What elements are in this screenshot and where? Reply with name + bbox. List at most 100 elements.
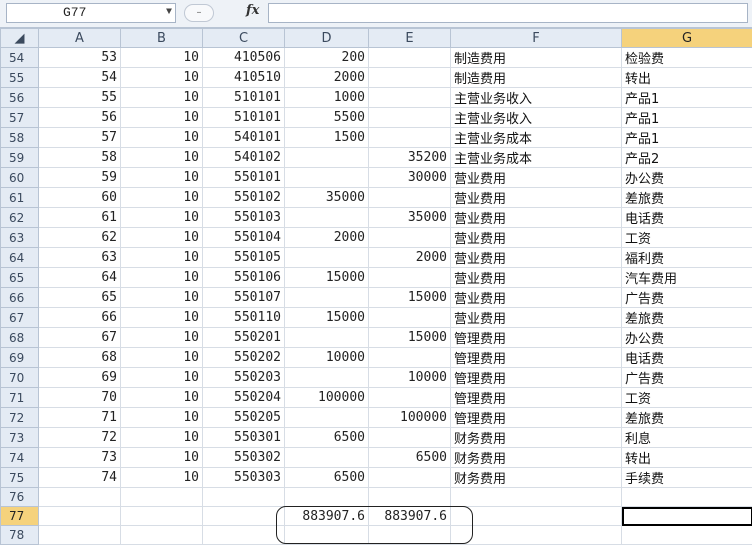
cell-f[interactable]: 主营业务成本	[450, 147, 622, 168]
cell-d[interactable]: 1000	[284, 87, 369, 108]
row-header[interactable]: 57	[0, 107, 39, 128]
cell-c[interactable]: 550105	[202, 247, 285, 268]
cell-b[interactable]: 10	[120, 327, 203, 348]
column-header-f[interactable]: F	[450, 28, 622, 48]
row-header[interactable]: 72	[0, 407, 39, 428]
cell-f[interactable]: 营业费用	[450, 247, 622, 268]
column-header-d[interactable]: D	[284, 28, 369, 48]
cell-e[interactable]	[368, 267, 451, 288]
cell-d[interactable]	[284, 247, 369, 268]
select-all-corner[interactable]: ◢	[0, 28, 39, 48]
cell-a[interactable]: 64	[38, 267, 121, 288]
cell-c[interactable]: 540101	[202, 127, 285, 148]
cell-g[interactable]	[621, 487, 752, 507]
cell-b[interactable]	[120, 487, 203, 507]
cell-e[interactable]: 30000	[368, 167, 451, 188]
cell-b[interactable]: 10	[120, 227, 203, 248]
cell-c[interactable]	[202, 506, 285, 526]
cell-b[interactable]: 10	[120, 207, 203, 228]
column-header-e[interactable]: E	[368, 28, 451, 48]
cell-d[interactable]: 883907.6	[284, 506, 369, 526]
cell-f[interactable]: 管理费用	[450, 367, 622, 388]
cell-c[interactable]: 550107	[202, 287, 285, 308]
cell-f[interactable]: 主营业务收入	[450, 107, 622, 128]
cell-g[interactable]: 办公费	[621, 327, 752, 348]
cell-e[interactable]: 35000	[368, 207, 451, 228]
cell-e[interactable]	[368, 347, 451, 368]
row-header[interactable]: 76	[0, 487, 39, 507]
cell-b[interactable]: 10	[120, 347, 203, 368]
cell-c[interactable]	[202, 487, 285, 507]
row-header[interactable]: 77	[0, 506, 39, 526]
row-header[interactable]: 66	[0, 287, 39, 308]
cell-g[interactable]: 手续费	[621, 467, 752, 488]
cell-e[interactable]	[368, 467, 451, 488]
cell-b[interactable]: 10	[120, 107, 203, 128]
cell-e[interactable]: 35200	[368, 147, 451, 168]
cell-d[interactable]	[284, 487, 369, 507]
row-header[interactable]: 58	[0, 127, 39, 148]
cell-a[interactable]: 74	[38, 467, 121, 488]
cell-g[interactable]: 汽车费用	[621, 267, 752, 288]
cell-b[interactable]	[120, 525, 203, 545]
cell-g[interactable]: 转出	[621, 447, 752, 468]
cell-e[interactable]	[368, 307, 451, 328]
cell-b[interactable]: 10	[120, 387, 203, 408]
cell-f[interactable]: 主营业务收入	[450, 87, 622, 108]
row-header[interactable]: 65	[0, 267, 39, 288]
cell-c[interactable]: 550303	[202, 467, 285, 488]
cell-e[interactable]: 15000	[368, 327, 451, 348]
column-header-g[interactable]: G	[621, 28, 752, 48]
cell-c[interactable]: 550201	[202, 327, 285, 348]
cell-f[interactable]	[450, 506, 622, 526]
row-header[interactable]: 55	[0, 67, 39, 88]
cell-d[interactable]	[284, 367, 369, 388]
cell-d[interactable]: 5500	[284, 107, 369, 128]
cell-g[interactable]: 差旅费	[621, 407, 752, 428]
cell-g[interactable]: 广告费	[621, 367, 752, 388]
cell-e[interactable]: 883907.6	[368, 506, 451, 526]
cell-c[interactable]	[202, 525, 285, 545]
cell-f[interactable]: 营业费用	[450, 227, 622, 248]
cell-f[interactable]: 财务费用	[450, 427, 622, 448]
cell-f[interactable]: 营业费用	[450, 167, 622, 188]
cell-d[interactable]: 6500	[284, 467, 369, 488]
row-header[interactable]: 70	[0, 367, 39, 388]
cell-b[interactable]: 10	[120, 467, 203, 488]
cell-f[interactable]: 管理费用	[450, 347, 622, 368]
cell-d[interactable]	[284, 407, 369, 428]
cell-c[interactable]: 550102	[202, 187, 285, 208]
cell-a[interactable]: 70	[38, 387, 121, 408]
cell-a[interactable]: 72	[38, 427, 121, 448]
cell-g[interactable]: 利息	[621, 427, 752, 448]
cell-g[interactable]: 转出	[621, 67, 752, 88]
cell-d[interactable]: 15000	[284, 307, 369, 328]
cell-a[interactable]: 56	[38, 107, 121, 128]
cell-a[interactable]	[38, 487, 121, 507]
cell-d[interactable]	[284, 147, 369, 168]
cell-d[interactable]	[284, 207, 369, 228]
cell-a[interactable]: 54	[38, 67, 121, 88]
cell-f[interactable]: 营业费用	[450, 207, 622, 228]
cell-c[interactable]: 550110	[202, 307, 285, 328]
row-header[interactable]: 63	[0, 227, 39, 248]
cell-b[interactable]: 10	[120, 407, 203, 428]
cell-c[interactable]: 510101	[202, 107, 285, 128]
cell-f[interactable]: 管理费用	[450, 407, 622, 428]
row-header[interactable]: 68	[0, 327, 39, 348]
column-header-c[interactable]: C	[202, 28, 285, 48]
cell-b[interactable]: 10	[120, 247, 203, 268]
cell-g[interactable]: 福利费	[621, 247, 752, 268]
row-header[interactable]: 61	[0, 187, 39, 208]
cell-a[interactable]	[38, 525, 121, 545]
cell-c[interactable]: 550104	[202, 227, 285, 248]
cell-g[interactable]: 产品1	[621, 87, 752, 108]
cell-e[interactable]: 15000	[368, 287, 451, 308]
column-header-a[interactable]: A	[38, 28, 121, 48]
cell-b[interactable]: 10	[120, 307, 203, 328]
cell-e[interactable]	[368, 87, 451, 108]
cell-f[interactable]: 营业费用	[450, 267, 622, 288]
cell-c[interactable]: 550203	[202, 367, 285, 388]
cell-a[interactable]	[38, 506, 121, 526]
cell-g[interactable]	[621, 525, 752, 545]
